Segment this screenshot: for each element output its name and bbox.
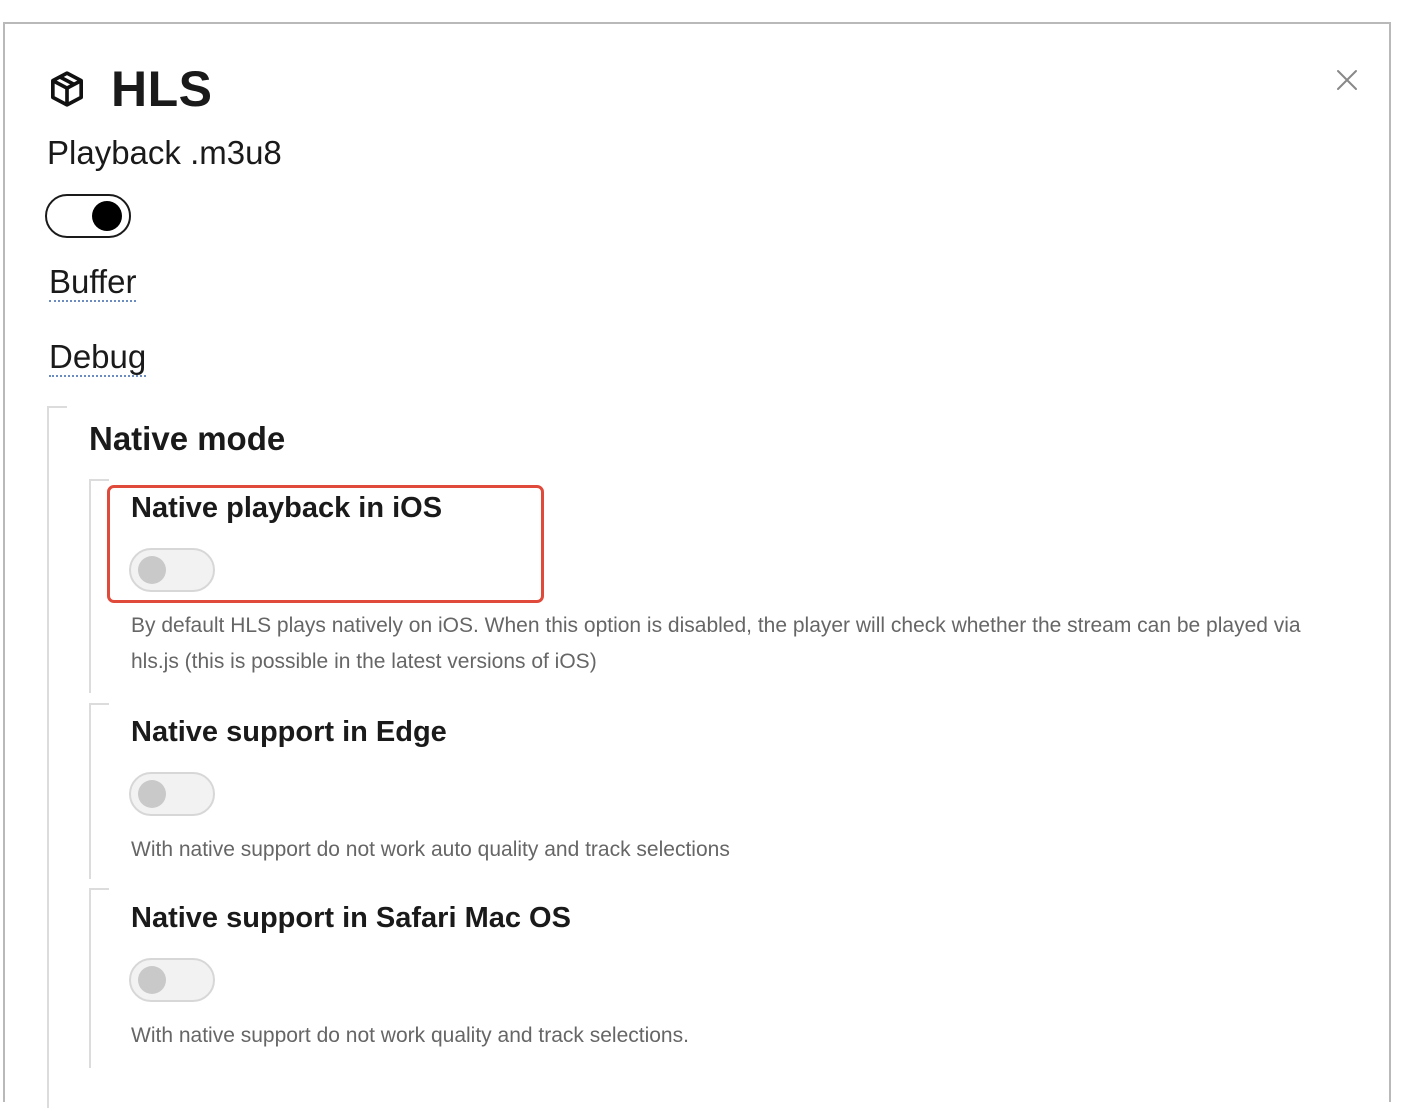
dialog-subtitle: Playback .m3u8 xyxy=(47,134,282,171)
hls-settings-dialog: HLS Playback .m3u8 Buffer Debug Native m… xyxy=(3,22,1391,1108)
option-group-line xyxy=(89,888,109,1068)
dialog-header: HLS xyxy=(47,60,213,118)
native-edge-title: Native support in Edge xyxy=(131,716,447,748)
native-ios-description: By default HLS plays natively on iOS. Wh… xyxy=(131,614,1301,673)
toggle-knob xyxy=(92,201,122,231)
hls-enable-toggle[interactable] xyxy=(45,194,131,238)
dialog-title: HLS xyxy=(111,61,213,117)
buffer-link[interactable]: Buffer xyxy=(49,264,137,302)
toggle-knob xyxy=(138,966,166,994)
highlight-box xyxy=(107,485,544,603)
native-edge-toggle[interactable] xyxy=(129,772,215,816)
native-safari-description: With native support do not work quality … xyxy=(131,1024,689,1047)
native-mode-group-line xyxy=(47,406,67,1108)
native-safari-title: Native support in Safari Mac OS xyxy=(131,902,571,934)
native-edge-description: With native support do not work auto qua… xyxy=(131,838,730,861)
close-icon[interactable] xyxy=(1335,68,1359,92)
debug-link[interactable]: Debug xyxy=(49,339,147,377)
cube-icon xyxy=(47,69,87,109)
option-group-line xyxy=(89,479,109,693)
toggle-knob xyxy=(138,780,166,808)
option-group-line xyxy=(89,703,109,879)
native-safari-toggle[interactable] xyxy=(129,958,215,1002)
native-mode-title: Native mode xyxy=(89,420,286,457)
